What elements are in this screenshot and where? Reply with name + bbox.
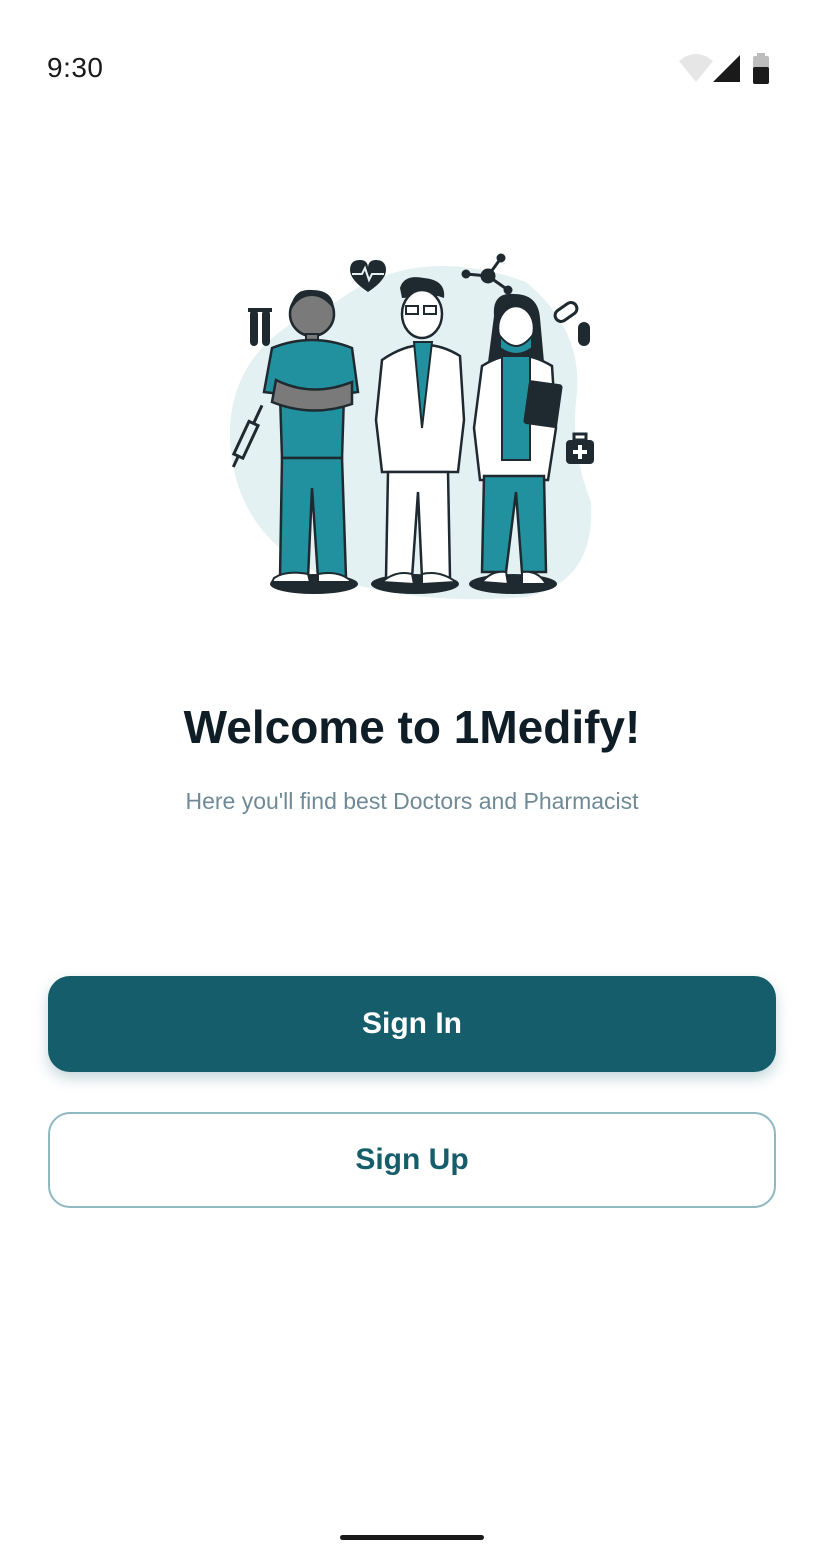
status-bar: 9:30 (0, 0, 824, 140)
medical-team-illustration (226, 252, 598, 600)
test-tubes-icon (248, 308, 272, 346)
status-time: 9:30 (47, 52, 104, 83)
battery-icon (753, 53, 769, 84)
home-indicator[interactable] (340, 1535, 484, 1540)
signal-icon (713, 55, 740, 82)
wifi-icon (679, 54, 713, 82)
status-icons (678, 53, 778, 87)
welcome-title: Welcome to 1Medify! (183, 701, 641, 753)
sign-up-button[interactable]: Sign Up (48, 1112, 776, 1208)
sign-in-button[interactable]: Sign In (48, 976, 776, 1072)
welcome-subtitle: Here you'll find best Doctors and Pharma… (185, 788, 639, 814)
